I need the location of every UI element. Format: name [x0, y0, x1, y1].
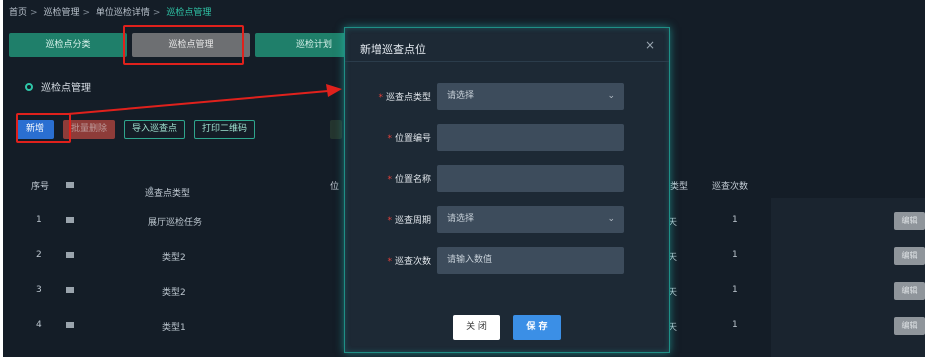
- sort-icon: ⇕: [147, 186, 155, 196]
- circle-icon: [25, 82, 33, 91]
- dialog-title: 新增巡查点位: [360, 43, 426, 56]
- edit-button[interactable]: 编辑: [894, 247, 925, 265]
- field-label: * 巡查次数: [387, 257, 431, 267]
- dialog-header: 新增巡查点位 ×: [345, 28, 669, 62]
- cell-type: 类型2: [162, 253, 186, 263]
- save-button[interactable]: 保 存: [513, 315, 561, 340]
- row-checkbox[interactable]: [66, 322, 74, 328]
- position-name-input[interactable]: [437, 165, 624, 192]
- header-count: 巡查次数: [712, 182, 749, 192]
- breadcrumb: 首页 > 巡检管理 > 单位巡检详情 > 巡检点管理: [9, 8, 212, 18]
- header-checkbox[interactable]: [66, 182, 74, 188]
- cell-type: 类型2: [162, 288, 186, 298]
- chevron-down-icon: ⌄: [607, 91, 615, 101]
- cell-index: 3: [36, 285, 42, 295]
- close-icon[interactable]: ×: [645, 38, 655, 52]
- app-window: 首页 > 巡检管理 > 单位巡检详情 > 巡检点管理 巡检点分类 巡检点管理 巡检计划…: [3, 0, 925, 357]
- cell-count: 1: [732, 285, 738, 295]
- breadcrumb-current: 巡检点管理: [166, 8, 212, 18]
- chevron-down-icon: ⌄: [607, 214, 615, 224]
- row-checkbox[interactable]: [66, 217, 74, 223]
- annotation-highlight-add: [16, 113, 71, 143]
- cycle-select[interactable]: 请选择 ⌄: [437, 206, 624, 233]
- print-qr-button[interactable]: 打印二维码: [194, 120, 256, 139]
- import-button[interactable]: 导入巡查点: [124, 120, 186, 139]
- form-row-position-name: * 位置名称: [345, 165, 671, 192]
- form-row-count: * 巡查次数 请输入数值: [345, 247, 671, 274]
- header-position: 位: [330, 182, 340, 192]
- edit-button[interactable]: 编辑: [894, 317, 925, 335]
- breadcrumb-unit-detail[interactable]: 单位巡检详情: [96, 8, 150, 18]
- cell-index: 4: [36, 320, 42, 330]
- cell-count: 1: [732, 320, 738, 330]
- field-label: * 巡查点类型: [378, 93, 431, 103]
- row-checkbox[interactable]: [66, 252, 74, 258]
- field-label: * 位置名称: [387, 175, 431, 185]
- field-label: * 位置编号: [387, 134, 431, 144]
- form-row-position-code: * 位置编号: [345, 124, 671, 151]
- cell-index: 2: [36, 250, 42, 260]
- header-index: 序号: [31, 182, 50, 192]
- form-row-point-type: * 巡查点类型 请选择 ⌄: [345, 83, 671, 110]
- cell-count: 1: [732, 215, 738, 225]
- add-point-dialog: 新增巡查点位 × * 巡查点类型 请选择 ⌄ * 位置编号 * 位置名称 * 巡查周期 请…: [344, 27, 670, 353]
- field-label: * 巡查周期: [387, 216, 431, 226]
- section-title-text: 巡检点管理: [41, 83, 91, 94]
- row-checkbox[interactable]: [66, 287, 74, 293]
- cell-type: 类型1: [162, 323, 186, 333]
- breadcrumb-inspection[interactable]: 巡检管理: [43, 8, 79, 18]
- cell-index: 1: [36, 215, 42, 225]
- edit-button[interactable]: 编辑: [894, 282, 925, 300]
- breadcrumb-home[interactable]: 首页: [9, 8, 27, 18]
- close-button[interactable]: 关 闭: [453, 315, 500, 340]
- position-code-input[interactable]: [437, 124, 624, 151]
- form-row-cycle: * 巡查周期 请选择 ⌄: [345, 206, 671, 233]
- edit-button[interactable]: 编辑: [894, 212, 925, 230]
- annotation-highlight-tab: [123, 25, 244, 65]
- section-title: 巡检点管理: [25, 79, 91, 94]
- count-input[interactable]: 请输入数值: [437, 247, 624, 274]
- cell-type: 展厅巡检任务: [148, 218, 203, 228]
- partially-hidden-button[interactable]: [330, 120, 342, 139]
- point-type-select[interactable]: 请选择 ⌄: [437, 83, 624, 110]
- header-cycle-type: 类型: [670, 182, 689, 192]
- tab-point-category[interactable]: 巡检点分类: [9, 33, 127, 57]
- cell-count: 1: [732, 250, 738, 260]
